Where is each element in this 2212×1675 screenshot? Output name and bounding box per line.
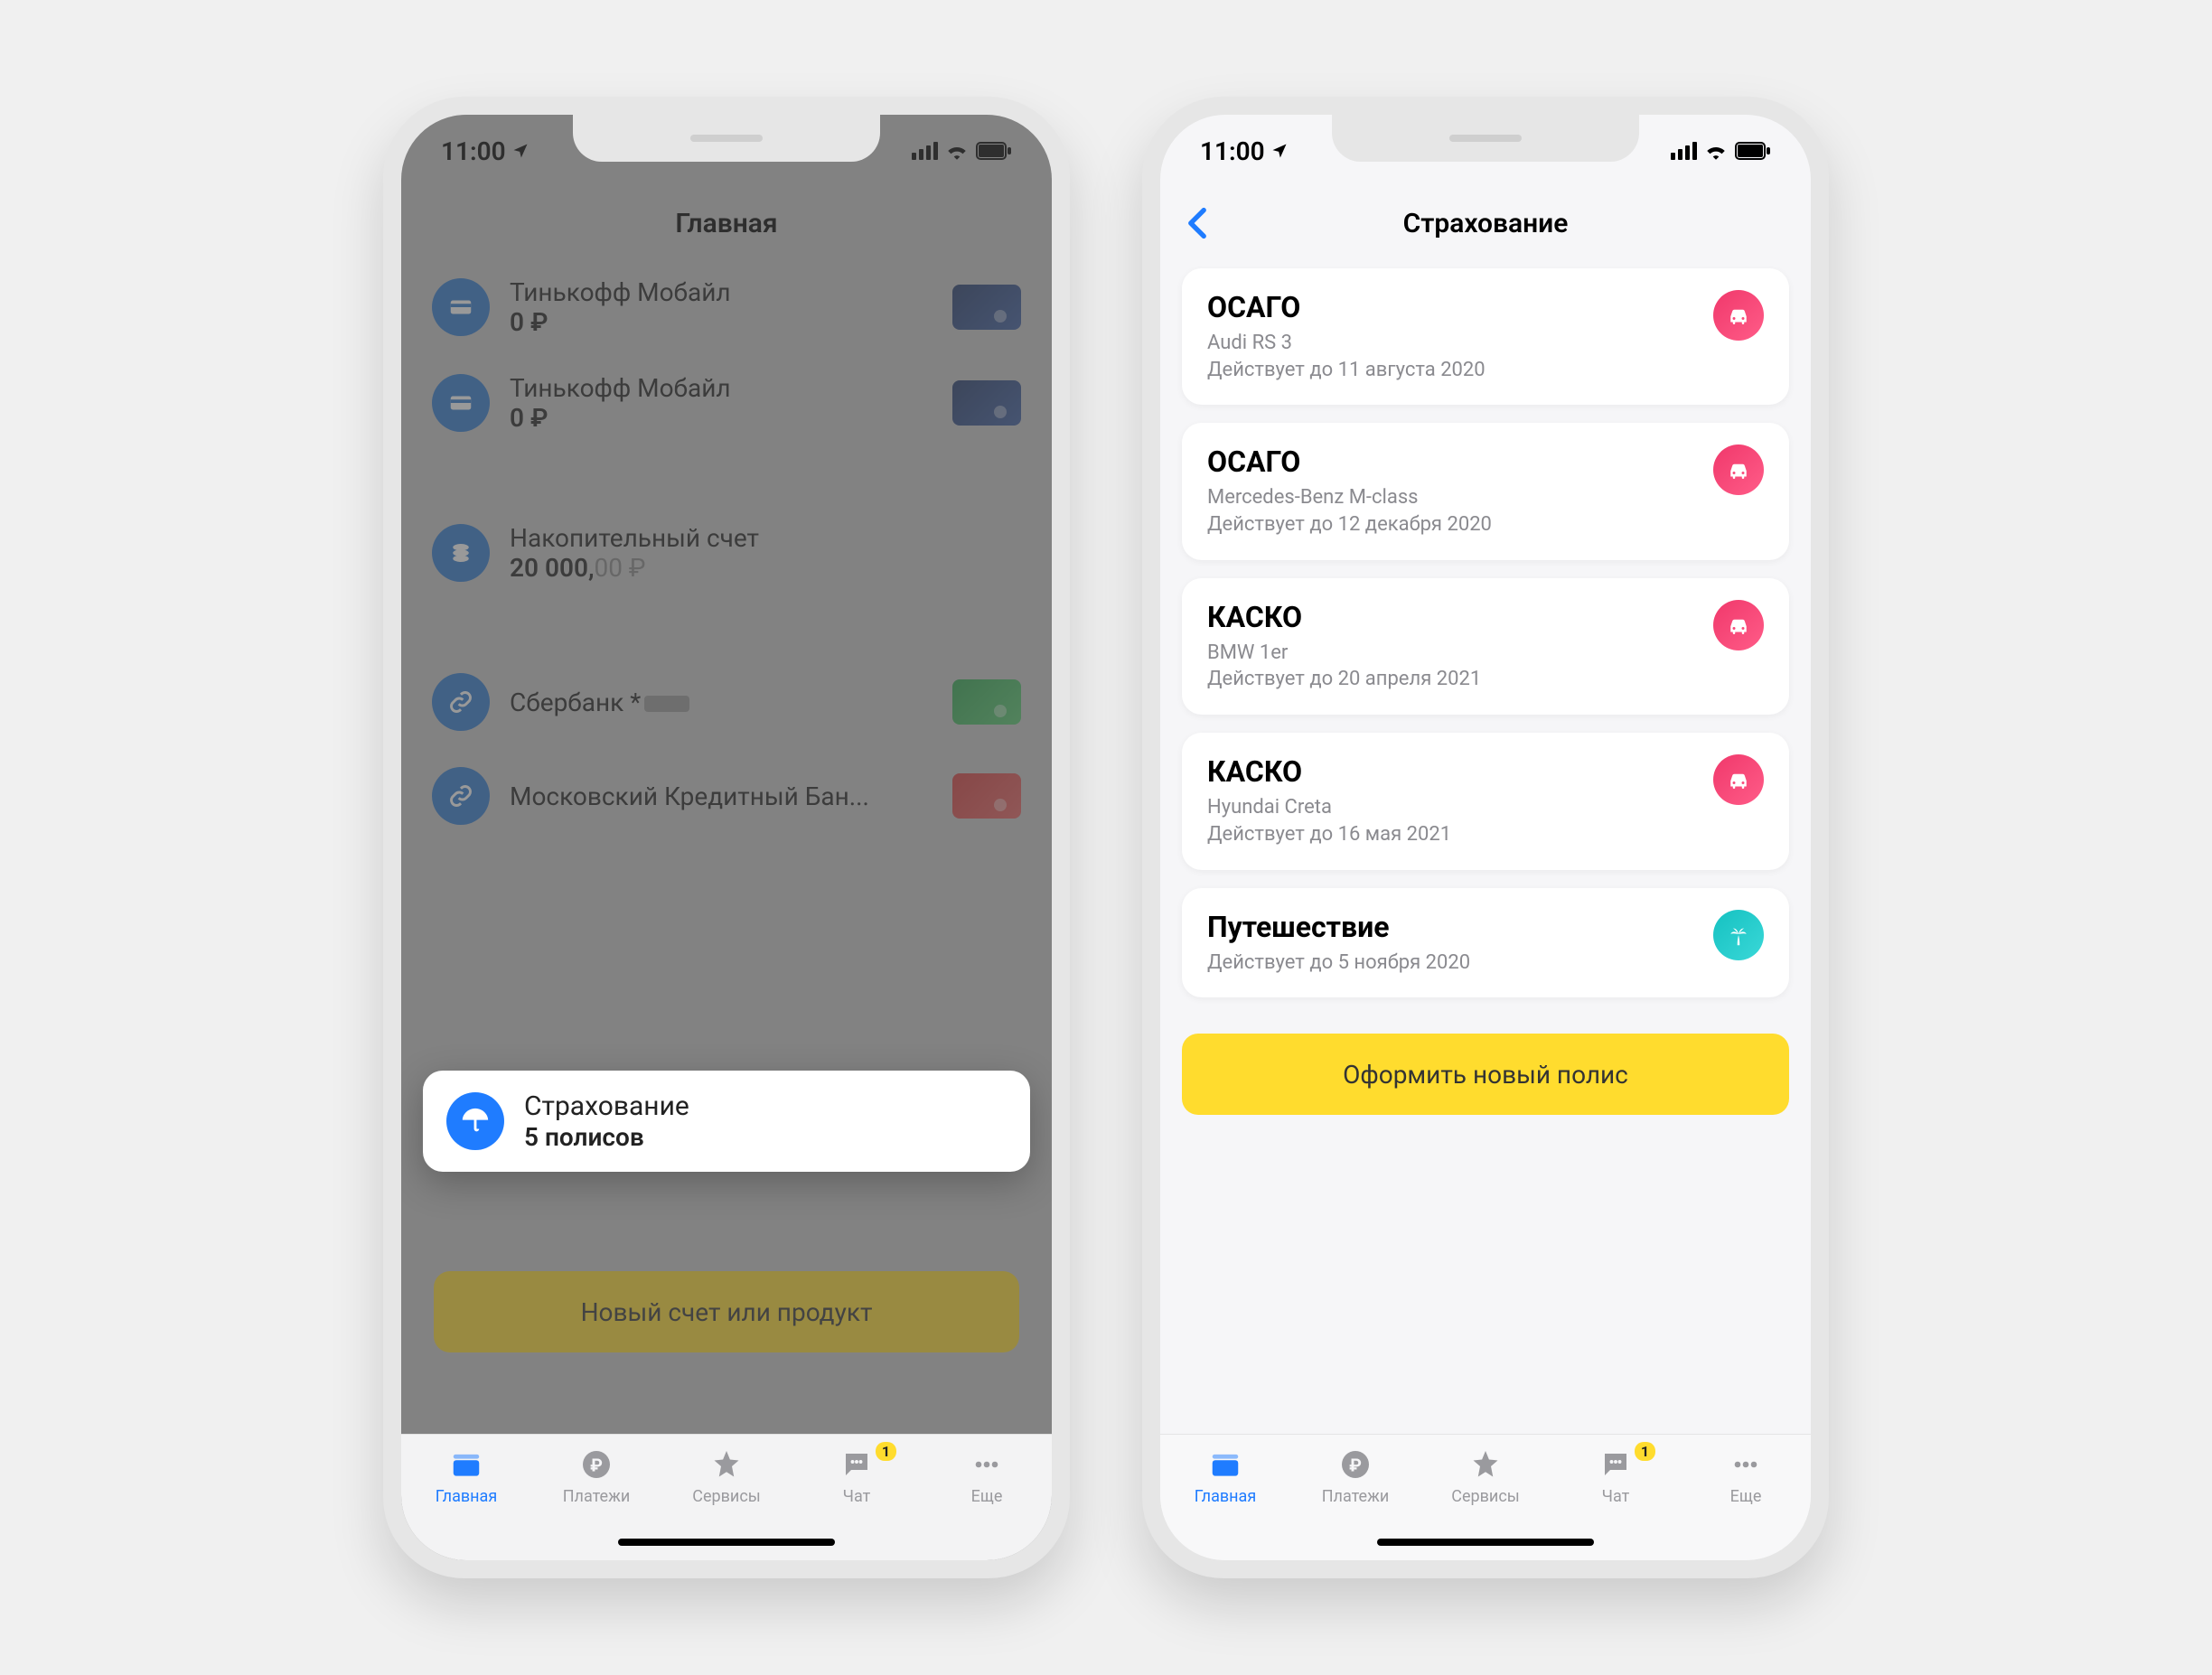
- page-title: Страхование: [1403, 208, 1569, 239]
- tab-more[interactable]: Еще: [922, 1446, 1052, 1506]
- policy-title: КАСКО: [1207, 600, 1481, 634]
- new-policy-button[interactable]: Оформить новый полис: [1182, 1034, 1789, 1115]
- status-time: 11:00: [1200, 136, 1265, 166]
- svg-text:₽: ₽: [590, 1455, 603, 1476]
- back-button[interactable]: [1187, 207, 1207, 239]
- battery-icon: [1735, 142, 1771, 160]
- tab-label: Платежи: [563, 1487, 631, 1506]
- policy-title: КАСКО: [1207, 754, 1451, 789]
- tab-payments[interactable]: ₽ Платежи: [1290, 1446, 1420, 1506]
- star-icon: [1467, 1446, 1504, 1483]
- policy-valid: Действует до 16 мая 2021: [1207, 821, 1451, 848]
- insurance-count: 5 полисов: [524, 1122, 1007, 1152]
- tab-payments[interactable]: ₽ Платежи: [531, 1446, 661, 1506]
- umbrella-icon: [446, 1092, 504, 1150]
- palm-icon: [1713, 910, 1764, 960]
- tab-chat[interactable]: 1 Чат: [792, 1446, 922, 1506]
- location-icon: [1270, 142, 1289, 160]
- tab-label: Чат: [843, 1487, 871, 1506]
- car-icon: [1713, 290, 1764, 341]
- device-notch: [573, 115, 880, 162]
- ruble-circle-icon: ₽: [1336, 1446, 1374, 1483]
- policy-title: ОСАГО: [1207, 444, 1492, 479]
- svg-text:₽: ₽: [1349, 1455, 1362, 1476]
- card-stack-icon: [447, 1446, 485, 1483]
- chat-icon: [1597, 1446, 1635, 1483]
- policy-valid: Действует до 12 декабря 2020: [1207, 511, 1492, 538]
- policy-card[interactable]: ОСАГО Audi RS 3 Действует до 11 августа …: [1182, 268, 1789, 405]
- cellular-icon: [1671, 142, 1697, 160]
- phone-mockup-left: 11:00 Главная Тинькофф Мобайл 0 ₽: [383, 97, 1070, 1578]
- tab-label: Чат: [1602, 1487, 1630, 1506]
- more-icon: [968, 1446, 1006, 1483]
- tab-label: Платежи: [1322, 1487, 1390, 1506]
- insurance-summary-card[interactable]: Страхование 5 полисов: [423, 1071, 1030, 1172]
- phone-mockup-right: 11:00 Страхование ОСАГО Audi RS 3 Действ…: [1142, 97, 1829, 1578]
- tab-home[interactable]: Главная: [401, 1446, 531, 1506]
- tab-label: Сервисы: [692, 1487, 760, 1506]
- wifi-icon: [1704, 142, 1728, 160]
- car-icon: [1713, 444, 1764, 495]
- policy-subtitle: Mercedes-Benz M-class: [1207, 484, 1492, 511]
- tab-more[interactable]: Еще: [1681, 1446, 1811, 1506]
- policy-subtitle: BMW 1er: [1207, 640, 1481, 667]
- insurance-title: Страхование: [524, 1090, 1007, 1122]
- policy-valid: Действует до 20 апреля 2021: [1207, 666, 1481, 693]
- tab-home[interactable]: Главная: [1160, 1446, 1290, 1506]
- home-indicator: [1377, 1539, 1594, 1546]
- policy-title: Путешествие: [1207, 910, 1470, 944]
- policy-valid: Действует до 5 ноября 2020: [1207, 950, 1470, 977]
- tab-label: Еще: [1730, 1487, 1762, 1506]
- policy-card[interactable]: КАСКО Hyundai Creta Действует до 16 мая …: [1182, 733, 1789, 869]
- nav-bar: Страхование: [1160, 187, 1811, 259]
- policy-subtitle: Hyundai Creta: [1207, 794, 1451, 821]
- tab-services[interactable]: Сервисы: [661, 1446, 792, 1506]
- policy-valid: Действует до 11 августа 2020: [1207, 357, 1486, 384]
- car-icon: [1713, 600, 1764, 650]
- chat-icon: [838, 1446, 876, 1483]
- ruble-circle-icon: ₽: [577, 1446, 615, 1483]
- tab-label: Сервисы: [1451, 1487, 1519, 1506]
- card-stack-icon: [1206, 1446, 1244, 1483]
- dim-overlay: [401, 115, 1052, 1560]
- tab-chat[interactable]: 1 Чат: [1551, 1446, 1681, 1506]
- tab-label: Главная: [1195, 1487, 1256, 1506]
- button-label: Оформить новый полис: [1343, 1060, 1628, 1090]
- star-icon: [708, 1446, 745, 1483]
- home-indicator: [618, 1539, 835, 1546]
- tab-label: Главная: [436, 1487, 497, 1506]
- chat-badge: 1: [1635, 1442, 1655, 1461]
- policy-card[interactable]: КАСКО BMW 1er Действует до 20 апреля 202…: [1182, 578, 1789, 715]
- car-icon: [1713, 754, 1764, 805]
- tab-label: Еще: [971, 1487, 1003, 1506]
- tab-services[interactable]: Сервисы: [1420, 1446, 1551, 1506]
- policy-subtitle: Audi RS 3: [1207, 330, 1486, 357]
- device-notch: [1332, 115, 1639, 162]
- chat-badge: 1: [876, 1442, 896, 1461]
- more-icon: [1727, 1446, 1765, 1483]
- policy-title: ОСАГО: [1207, 290, 1486, 324]
- policy-card[interactable]: ОСАГО Mercedes-Benz M-class Действует до…: [1182, 423, 1789, 559]
- policy-card[interactable]: Путешествие Действует до 5 ноября 2020: [1182, 888, 1789, 998]
